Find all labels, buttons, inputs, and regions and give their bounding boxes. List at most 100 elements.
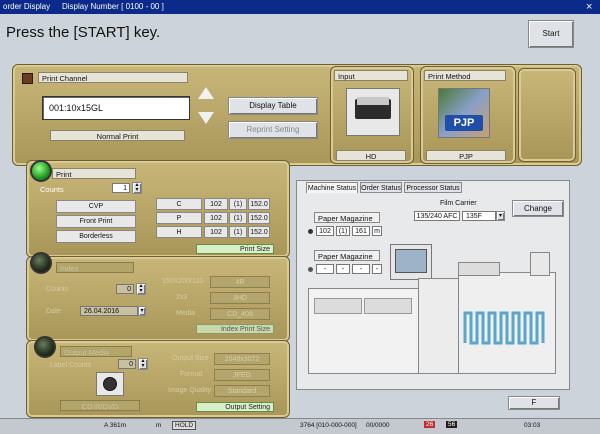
minilab-machine-illustration bbox=[308, 244, 560, 384]
index-date-dropdown-icon[interactable]: ▾ bbox=[138, 306, 146, 316]
index-counts-stepper[interactable]: ▴ ▾ bbox=[136, 283, 146, 295]
input-value: HD bbox=[336, 150, 406, 161]
magazine-a-length: 161 bbox=[352, 226, 370, 236]
format-label: Format bbox=[180, 371, 203, 378]
label-counts-stepper[interactable]: ▴ ▾ bbox=[138, 358, 148, 370]
tab-machine-status[interactable]: Machine Status bbox=[306, 182, 358, 193]
print-size-h-a: 102 bbox=[204, 226, 228, 238]
disc-media-icon[interactable] bbox=[96, 372, 124, 396]
image-quality-label: Image Quality bbox=[168, 387, 212, 394]
print-option-front-print[interactable]: Front Print bbox=[56, 215, 136, 228]
reprint-setting-button[interactable]: Reprint Setting bbox=[228, 121, 318, 139]
magazine-a-width: 102 bbox=[316, 226, 334, 236]
print-channel-icon bbox=[22, 73, 33, 84]
print-size-p-key: P bbox=[156, 212, 202, 224]
print-option-borderless[interactable]: Borderless bbox=[56, 230, 136, 243]
index-res-label: 2x3 bbox=[176, 294, 188, 301]
label-counts-input[interactable]: 0 bbox=[118, 359, 136, 369]
print-counts-label: Counts bbox=[40, 185, 64, 194]
magazine-a-radio[interactable] bbox=[308, 229, 313, 234]
status-paper-b: m bbox=[156, 422, 162, 429]
film-carrier-dropdown-icon[interactable]: ▾ bbox=[496, 211, 505, 221]
tab-order-status[interactable]: Order Status bbox=[360, 182, 402, 193]
print-channel-label: Print Channel bbox=[38, 72, 188, 83]
display-table-button[interactable]: Display Table bbox=[228, 97, 318, 115]
print-size-c-c: 152.0 bbox=[248, 198, 270, 210]
close-button[interactable]: × bbox=[586, 0, 592, 14]
title-bar: order Display Display Number [ 0100 - 00… bbox=[0, 0, 600, 14]
index-counts-input[interactable]: 0 bbox=[116, 284, 134, 294]
index-size-value: 4R bbox=[210, 276, 270, 288]
print-size-c-b: (1) bbox=[229, 198, 247, 210]
channel-up-arrow-icon[interactable] bbox=[198, 87, 214, 99]
paper-magazine-a-label: Paper Magazine A bbox=[314, 212, 380, 234]
format-value: JPEG bbox=[214, 369, 270, 381]
output-media-label: Output Media bbox=[60, 346, 132, 357]
status-bar: A 361m m HOLD 3764 [010-000-000] 00/0000… bbox=[0, 418, 600, 434]
output-setting-tag[interactable]: Output Setting bbox=[196, 402, 274, 412]
index-counts-label: Counts bbox=[46, 286, 69, 293]
change-button[interactable]: Change bbox=[512, 200, 564, 217]
f-key-button[interactable]: F bbox=[508, 396, 560, 410]
print-counts-stepper[interactable]: ▴ ▾ bbox=[132, 182, 142, 194]
print-method-value: PJP bbox=[426, 150, 506, 161]
tab-processor-status[interactable]: Processor Status bbox=[404, 182, 462, 193]
index-size-label: 150X200/110 bbox=[162, 278, 204, 285]
side-tab bbox=[518, 68, 576, 162]
output-size-label: Output Size bbox=[172, 355, 209, 362]
status-counter-1: 26 bbox=[424, 421, 436, 428]
input-device-icon[interactable] bbox=[346, 88, 400, 136]
display-number: Display Number [ 0100 - 00 ] bbox=[62, 2, 164, 11]
start-button[interactable]: Start bbox=[528, 20, 574, 48]
output-size-value: 2048x3072 bbox=[214, 353, 270, 365]
label-counts-label: Label Counts bbox=[50, 362, 92, 369]
index-res-value: 3HD bbox=[210, 292, 270, 304]
index-media-value: CD_408 bbox=[210, 308, 270, 320]
channel-down-arrow-icon[interactable] bbox=[198, 112, 214, 124]
pjp-logo-text: PJP bbox=[445, 115, 483, 131]
index-status-led bbox=[30, 252, 52, 274]
print-channel-input[interactable]: 001:10x15GL bbox=[42, 96, 190, 120]
print-size-h-b: (1) bbox=[229, 226, 247, 238]
magazine-a-unit: m bbox=[372, 226, 382, 236]
film-carrier-label: Film Carrier bbox=[440, 200, 477, 207]
hold-indicator[interactable]: HOLD bbox=[172, 421, 197, 430]
print-method-label: Print Method bbox=[424, 70, 506, 81]
status-order: 00/0000 bbox=[366, 422, 390, 429]
image-quality-value: Standard bbox=[214, 385, 270, 397]
index-date-select[interactable]: 26.04.2016 bbox=[80, 306, 138, 316]
print-size-h-key: H bbox=[156, 226, 202, 238]
index-section-label: Index bbox=[56, 262, 134, 273]
monitor-icon bbox=[390, 244, 432, 280]
index-date-label: Date bbox=[46, 308, 61, 315]
print-option-cvp[interactable]: CVP bbox=[56, 200, 136, 213]
print-size-p-a: 102 bbox=[204, 212, 228, 224]
print-section-label: Print bbox=[52, 168, 136, 179]
index-media-label: Media bbox=[176, 310, 196, 317]
magazine-a-count: (1) bbox=[336, 226, 350, 236]
print-size-c-key: C bbox=[156, 198, 202, 210]
status-code: 3764 [010-000-000] bbox=[300, 422, 357, 429]
screen: order Display Display Number [ 0100 - 00… bbox=[0, 0, 600, 434]
print-size-tag[interactable]: Print Size bbox=[196, 244, 274, 254]
prompt-text: Press the [START] key. bbox=[6, 24, 161, 41]
status-paper-a: A 361m bbox=[104, 422, 127, 429]
paper-path-icon bbox=[463, 311, 545, 345]
print-status-led bbox=[30, 160, 52, 182]
print-mode-label: Normal Print bbox=[50, 130, 185, 141]
output-media-status-led bbox=[34, 336, 56, 358]
print-size-p-c: 152.0 bbox=[248, 212, 270, 224]
print-method-icon[interactable]: PJP bbox=[438, 88, 490, 138]
film-carrier-value: 135/240 AFC bbox=[414, 211, 460, 221]
media-type-value: CD-R/DVD bbox=[60, 400, 140, 411]
print-size-h-c: 152.0 bbox=[248, 226, 270, 238]
print-size-p-b: (1) bbox=[229, 212, 247, 224]
print-counts-input[interactable]: 1 bbox=[112, 183, 130, 193]
film-carrier-select[interactable]: 135F bbox=[462, 211, 496, 221]
input-label: Input bbox=[334, 70, 408, 81]
window-title: order Display bbox=[3, 2, 51, 11]
index-print-size-tag[interactable]: Index Print Size bbox=[196, 324, 274, 334]
status-counter-2: 56 bbox=[446, 421, 458, 428]
print-size-c-a: 102 bbox=[204, 198, 228, 210]
status-time: 03:03 bbox=[524, 422, 541, 429]
